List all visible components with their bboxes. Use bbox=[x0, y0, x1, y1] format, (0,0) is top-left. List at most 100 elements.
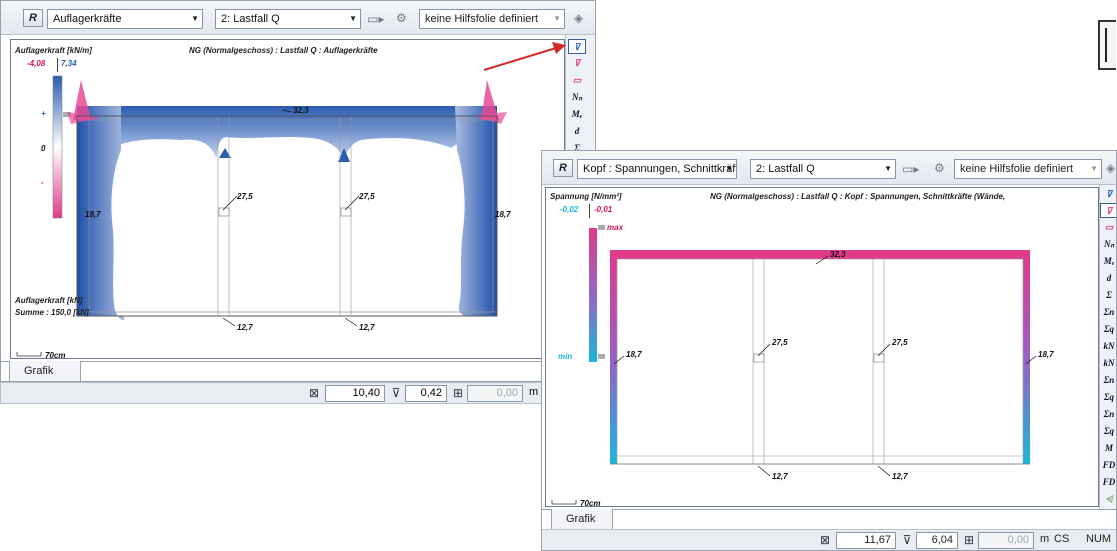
quantity-label: Auflagerkraft [kN/m] bbox=[15, 46, 92, 55]
stress-tool-icon[interactable]: ⊽ bbox=[1100, 203, 1116, 218]
value-right: 18,7 bbox=[495, 210, 511, 219]
wall-force-tool-icon[interactable]: ▭ bbox=[1100, 220, 1116, 235]
sum-n-stress-tool[interactable]: Σn bbox=[1100, 407, 1116, 422]
fd-alt-tool[interactable]: FD bbox=[1100, 475, 1116, 490]
support-force-tool-icon[interactable]: ⊽ bbox=[1100, 187, 1116, 202]
stress-plot bbox=[551, 225, 1037, 505]
chevron-down-icon: ▼ bbox=[553, 14, 561, 23]
help-layer-select[interactable]: keine Hilfsfolie definiert ▼ bbox=[419, 9, 565, 29]
y-coordinate-icon: ⊽ bbox=[391, 386, 401, 400]
value-left: 18,7 bbox=[626, 350, 642, 359]
thickness-tool[interactable]: d bbox=[568, 124, 586, 139]
support-reaction-tool-icon[interactable]: ⊽ bbox=[568, 56, 586, 71]
support-force-tool-icon[interactable]: ⊽ bbox=[568, 39, 586, 54]
y-coordinate-field[interactable]: 0,42 bbox=[405, 385, 447, 402]
sum-tool[interactable]: Σ bbox=[1100, 288, 1116, 303]
normal-force-tool[interactable]: Nₙ bbox=[568, 90, 586, 105]
fd-tool[interactable]: FD bbox=[1100, 458, 1116, 473]
stress-results-window: R Kopf : Spannungen, Schnittkräfte ▼ 2: … bbox=[541, 150, 1117, 551]
top-wall-band bbox=[610, 250, 1030, 259]
max-value: -0,01 bbox=[594, 205, 613, 214]
value-bottom-right: 12,7 bbox=[359, 323, 375, 332]
scale-minus: - bbox=[41, 178, 44, 187]
support-force-plot bbox=[16, 75, 507, 357]
scale-bar-label: 70cm bbox=[580, 499, 601, 508]
tab-bar: Grafik bbox=[1, 361, 595, 381]
chevron-down-icon: ▼ bbox=[191, 14, 199, 23]
tab-bar: Grafik bbox=[542, 509, 1116, 531]
scale-plus: + bbox=[41, 109, 46, 118]
gear-icon[interactable]: ⚙ bbox=[396, 11, 407, 25]
sum-q-tool[interactable]: Σq bbox=[1100, 322, 1116, 337]
quantity-label: Spannung [N/mm²] bbox=[550, 192, 622, 201]
sum-q-kn-tool[interactable]: Σq bbox=[1100, 390, 1116, 405]
z-coordinate-icon: ⊞ bbox=[452, 386, 464, 400]
right-wall-band bbox=[1023, 250, 1030, 464]
tab-grafik[interactable]: Grafik bbox=[551, 509, 613, 531]
graphic-title: NG (Normalgeschoss) : Lastfall Q : Aufla… bbox=[189, 46, 378, 55]
value-mid-left: 27,5 bbox=[237, 192, 253, 201]
deformation-tool-icon[interactable]: ⩤ bbox=[1100, 492, 1116, 507]
right-force-band bbox=[455, 106, 497, 317]
load-case-value: 2: Lastfall Q bbox=[221, 13, 280, 25]
status-bar-2: ⊠ 11,67 ⊽ 6,04 ⊞ 0,00 m CS NUM bbox=[542, 529, 1116, 550]
wall-outline bbox=[76, 115, 498, 317]
unit-label: m bbox=[529, 386, 539, 398]
layer-icon[interactable]: ◈ bbox=[1106, 161, 1115, 175]
x-coordinate-field[interactable]: 10,40 bbox=[325, 385, 385, 402]
value-separator bbox=[57, 58, 58, 72]
normal-force-tool[interactable]: Nₙ bbox=[1100, 237, 1116, 252]
thickness-tool[interactable]: d bbox=[1100, 271, 1116, 286]
chevron-down-icon: ▼ bbox=[725, 164, 733, 173]
scale-zero: 0 bbox=[41, 144, 46, 153]
value-mid-right: 27,5 bbox=[359, 192, 375, 201]
value-left: 18,7 bbox=[85, 210, 101, 219]
result-tool-palette: ⊽ ⊽ ▭ Nₙ Mₑ d Σ Σn Σq kN kN Σn Σq Σn Σq … bbox=[1099, 185, 1116, 529]
z-coordinate-field[interactable]: 0,00 bbox=[467, 385, 523, 402]
toolbar: R Kopf : Spannungen, Schnittkräfte ▼ 2: … bbox=[542, 151, 1116, 185]
value-top: 32,3 bbox=[293, 106, 309, 115]
red-annotation-arrow bbox=[483, 42, 566, 71]
value-bottom-right: 12,7 bbox=[892, 472, 908, 481]
result-tool-button[interactable]: R bbox=[23, 9, 43, 27]
x-coordinate-icon: ⊠ bbox=[819, 533, 831, 547]
graphic-canvas[interactable]: Spannung [N/mm²] NG (Normalgeschoss) : L… bbox=[545, 187, 1099, 508]
result-type-select[interactable]: Kopf : Spannungen, Schnittkräfte ▼ bbox=[577, 159, 737, 179]
load-case-icon[interactable]: ▭▸ bbox=[902, 162, 919, 176]
help-layer-select[interactable]: keine Hilfsfolie definiert ▼ bbox=[954, 159, 1102, 179]
help-layer-value: keine Hilfsfolie definiert bbox=[960, 163, 1074, 175]
value-separator bbox=[589, 204, 590, 218]
coordinate-system-label: CS bbox=[1054, 533, 1070, 545]
chevron-down-icon: ▼ bbox=[349, 14, 357, 23]
kn-tool[interactable]: kN bbox=[1100, 339, 1116, 354]
wall-force-tool-icon[interactable]: ▭ bbox=[568, 73, 586, 88]
sum-n-tool[interactable]: Σn bbox=[1100, 305, 1116, 320]
moment-tool[interactable]: Mₑ bbox=[1100, 254, 1116, 269]
moment-stress-tool[interactable]: M bbox=[1100, 441, 1116, 456]
gear-icon[interactable]: ⚙ bbox=[934, 161, 945, 175]
result-tool-button[interactable]: R bbox=[553, 159, 573, 177]
max-value: 7,34 bbox=[61, 59, 77, 68]
color-legend-bar bbox=[52, 75, 63, 219]
result-type-select[interactable]: Auflagerkräfte ▼ bbox=[47, 9, 203, 29]
top-force-band bbox=[77, 106, 497, 160]
kn-underline-tool[interactable]: kN bbox=[1100, 356, 1116, 371]
result-type-value: Kopf : Spannungen, Schnittkräfte bbox=[583, 163, 737, 175]
load-case-select[interactable]: 2: Lastfall Q ▼ bbox=[750, 159, 896, 179]
load-case-icon[interactable]: ▭▸ bbox=[367, 12, 384, 26]
z-coordinate-field[interactable]: 0,00 bbox=[978, 532, 1034, 549]
load-case-select[interactable]: 2: Lastfall Q ▼ bbox=[215, 9, 361, 29]
layer-icon[interactable]: ◈ bbox=[574, 11, 583, 25]
y-coordinate-field[interactable]: 6,04 bbox=[916, 532, 958, 549]
chevron-down-icon: ▼ bbox=[884, 164, 892, 173]
moment-tool[interactable]: Mₑ bbox=[568, 107, 586, 122]
sum-q-stress-tool[interactable]: Σq bbox=[1100, 424, 1116, 439]
x-coordinate-field[interactable]: 11,67 bbox=[836, 532, 896, 549]
unit-label: m bbox=[1040, 533, 1050, 545]
graphic-canvas[interactable]: Auflagerkraft [kN/m] NG (Normalgeschoss)… bbox=[10, 39, 565, 360]
tab-grafik[interactable]: Grafik bbox=[9, 361, 81, 381]
value-mid-right: 27,5 bbox=[892, 338, 908, 347]
scale-bar-label: 70cm bbox=[45, 351, 66, 360]
legend-max-label: max bbox=[607, 223, 624, 232]
sum-n-kn-tool[interactable]: Σn bbox=[1100, 373, 1116, 388]
